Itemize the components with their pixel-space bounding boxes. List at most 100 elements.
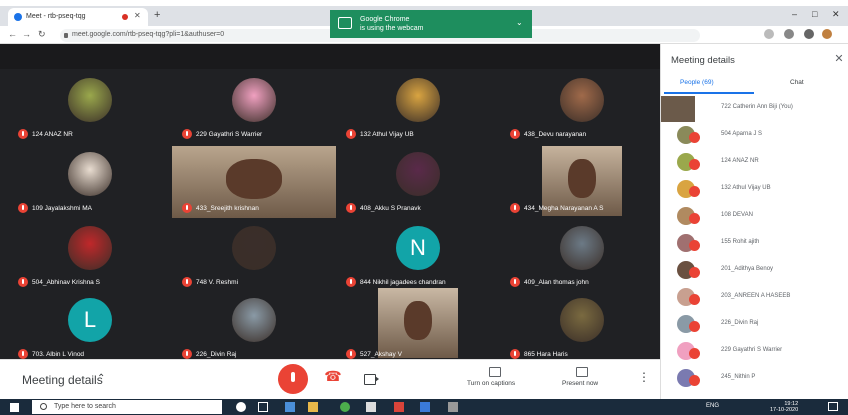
participant-list-item[interactable]: 201_Adithya Benoy bbox=[663, 258, 843, 284]
participant-tile[interactable]: 438_Devu narayanan bbox=[500, 72, 664, 144]
participant-list-item[interactable]: 108 DEVAN bbox=[663, 204, 843, 230]
mic-muted-icon bbox=[510, 277, 520, 287]
tray-language[interactable]: ENG bbox=[706, 403, 719, 409]
participant-tile[interactable]: N 844 Nikhil jagadees chandran bbox=[336, 220, 500, 292]
windows-start-icon[interactable] bbox=[10, 403, 19, 412]
participant-name: 408_Akku S Pranavk bbox=[360, 204, 421, 212]
captions-button-label[interactable]: Turn on captions bbox=[467, 380, 515, 387]
tab-people[interactable]: People (69) bbox=[680, 79, 714, 86]
participant-name: 229 Gayathri S Warrier bbox=[196, 130, 263, 138]
camera-toggle-button[interactable] bbox=[360, 368, 382, 390]
back-icon[interactable]: ← bbox=[8, 29, 17, 39]
participant-name-bar: 434_Megha Narayanan A S bbox=[510, 202, 604, 214]
mic-muted-icon bbox=[689, 321, 700, 332]
participant-name: 865 Hara Haris bbox=[524, 350, 568, 358]
participant-list-item[interactable]: 245_Nithin P bbox=[663, 366, 843, 392]
participant-name-bar: 132 Athul Vijay UB bbox=[346, 128, 414, 140]
tab-chat[interactable]: Chat bbox=[790, 79, 804, 86]
close-tab-icon[interactable]: ✕ bbox=[134, 11, 141, 20]
store-icon[interactable] bbox=[366, 402, 376, 412]
chrome-webcam-notification[interactable]: Google Chrome is using the webcam ⌄ bbox=[330, 10, 532, 38]
mic-muted-icon bbox=[182, 349, 192, 359]
mic-muted-icon bbox=[689, 213, 700, 224]
minimize-icon[interactable]: – bbox=[792, 9, 797, 19]
participant-list-item[interactable]: 229 Gayathri S Warrier bbox=[663, 339, 843, 365]
present-icon[interactable] bbox=[576, 367, 588, 377]
app-icon[interactable] bbox=[448, 402, 458, 412]
reload-icon[interactable]: ↻ bbox=[38, 29, 46, 40]
mic-muted-icon bbox=[689, 132, 700, 143]
office-icon[interactable] bbox=[394, 402, 404, 412]
participant-list-item[interactable]: 124 ANAZ NR bbox=[663, 150, 843, 176]
participant-tile[interactable]: L 703. Albin L Vinod bbox=[8, 292, 172, 364]
chevron-down-icon[interactable]: ⌄ bbox=[516, 18, 523, 27]
meeting-details-button[interactable]: Meeting details bbox=[22, 373, 103, 387]
participant-tile[interactable]: 527_Akshay V bbox=[336, 288, 500, 364]
bookmark-star-icon[interactable] bbox=[784, 29, 794, 39]
participant-list-item[interactable]: 155 Rohit ajith bbox=[663, 231, 843, 257]
more-options-icon[interactable]: ⋮ bbox=[638, 370, 650, 384]
taskbar-search-input[interactable]: Type here to search bbox=[32, 400, 222, 414]
participant-name: 409_Alan thomas john bbox=[524, 278, 589, 286]
participant-list-name: 229 Gayathri S Warrier bbox=[721, 347, 783, 353]
chrome-icon[interactable] bbox=[340, 402, 350, 412]
hang-up-button[interactable]: ☎ bbox=[322, 368, 344, 390]
participant-list-name: 245_Nithin P bbox=[721, 374, 756, 380]
mic-toggle-button[interactable] bbox=[278, 364, 308, 394]
participant-list-name: 203_ANREEN A HASEEB bbox=[721, 293, 791, 299]
taskbar-clock[interactable]: 19:12 17-10-2020 bbox=[770, 401, 798, 413]
participant-tile[interactable]: 132 Athul Vijay UB bbox=[336, 72, 500, 144]
mic-muted-icon bbox=[689, 375, 700, 386]
participant-tile[interactable]: 433_Sreejith krishnan bbox=[172, 146, 336, 218]
mic-muted-icon bbox=[182, 129, 192, 139]
participant-name: 132 Athul Vijay UB bbox=[360, 130, 414, 138]
mail-icon[interactable] bbox=[420, 402, 430, 412]
participant-name-bar: 504_Abhinav Krishna S bbox=[18, 276, 100, 288]
forward-icon[interactable]: → bbox=[22, 29, 31, 39]
mic-muted-icon bbox=[689, 348, 700, 359]
browser-tab[interactable]: Meet - rtb-pseq-tqg ✕ bbox=[8, 8, 148, 26]
participant-list-item[interactable]: 504 Aparna J S bbox=[663, 123, 843, 149]
participant-list-item[interactable]: 722 Catherin Ann Biji (You) bbox=[661, 96, 843, 122]
participant-tile[interactable]: 434_Megha Narayanan A S bbox=[500, 146, 664, 218]
participant-tile[interactable]: 109 Jayalakshmi MA bbox=[8, 146, 172, 218]
participant-name: 438_Devu narayanan bbox=[524, 130, 587, 138]
file-explorer-icon[interactable] bbox=[308, 402, 318, 412]
new-tab-icon[interactable]: + bbox=[154, 9, 160, 21]
close-panel-icon[interactable]: ✕ bbox=[832, 52, 846, 66]
participant-name-bar: 124 ANAZ NR bbox=[18, 128, 73, 140]
maximize-icon[interactable]: □ bbox=[812, 9, 817, 19]
mic-muted-icon bbox=[689, 240, 700, 251]
participant-list-item[interactable]: 203_ANREEN A HASEEB bbox=[663, 285, 843, 311]
participant-tile[interactable]: 409_Alan thomas john bbox=[500, 220, 664, 292]
chevron-up-icon[interactable]: ⌃ bbox=[97, 373, 105, 384]
participant-tile[interactable]: 504_Abhinav Krishna S bbox=[8, 220, 172, 292]
captions-icon[interactable] bbox=[489, 367, 501, 377]
task-view-icon[interactable] bbox=[258, 402, 268, 412]
participant-tile[interactable]: 226_Divin Raj bbox=[172, 292, 336, 364]
close-window-icon[interactable]: ✕ bbox=[832, 9, 840, 20]
profile-avatar[interactable] bbox=[822, 29, 832, 39]
present-button-label[interactable]: Present now bbox=[562, 380, 598, 387]
participant-list-item[interactable]: 226_Divin Raj bbox=[663, 312, 843, 338]
participant-tile[interactable]: 229 Gayathri S Warrier bbox=[172, 72, 336, 144]
notifications-icon[interactable] bbox=[828, 402, 838, 411]
participant-tile[interactable]: 865 Hara Haris bbox=[500, 292, 664, 364]
participant-name: 748 V. Reshmi bbox=[196, 278, 239, 286]
participant-tile[interactable]: 748 V. Reshmi bbox=[172, 220, 336, 292]
participant-tile[interactable]: 408_Akku S Pranavk bbox=[336, 146, 500, 218]
participant-tile[interactable]: 124 ANAZ NR bbox=[8, 72, 172, 144]
edge-icon[interactable] bbox=[285, 402, 295, 412]
mic-muted-icon bbox=[510, 129, 520, 139]
participant-avatar bbox=[396, 78, 440, 122]
active-tab-indicator bbox=[664, 92, 754, 94]
participant-list-item[interactable]: 132 Athul Vijay UB bbox=[663, 177, 843, 203]
mic-muted-icon bbox=[18, 349, 28, 359]
camera-indicator-icon[interactable] bbox=[764, 29, 774, 39]
cortana-icon[interactable] bbox=[236, 402, 246, 412]
participant-avatar bbox=[661, 96, 695, 122]
mic-muted-icon bbox=[510, 203, 520, 213]
participant-name: 109 Jayalakshmi MA bbox=[32, 204, 92, 212]
search-placeholder: Type here to search bbox=[54, 403, 116, 410]
extension-icon[interactable] bbox=[804, 29, 814, 39]
